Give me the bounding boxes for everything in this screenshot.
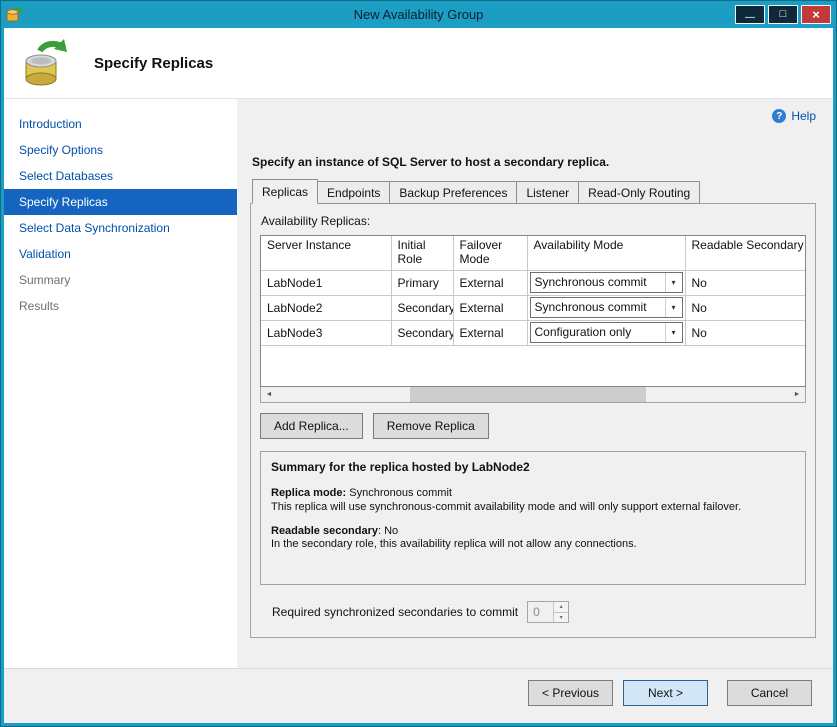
dropdown-value: Configuration only (531, 323, 665, 342)
cell-role: Secondary (391, 295, 453, 320)
help-link[interactable]: ? Help (250, 107, 816, 125)
cell-readable: No (685, 320, 806, 345)
chevron-down-icon[interactable]: ▾ (665, 273, 682, 292)
sidebar-item-select-databases[interactable]: Select Databases (4, 163, 237, 189)
replica-row-labnode2[interactable]: LabNode2 Secondary External Synchronous … (261, 295, 806, 320)
tab-backup-preferences[interactable]: Backup Preferences (389, 181, 517, 204)
cell-server: LabNode3 (261, 320, 391, 345)
tab-replicas[interactable]: Replicas (252, 179, 318, 204)
replica-row-labnode3[interactable]: LabNode3 Secondary External Configuratio… (261, 320, 806, 345)
summary-title: Summary for the replica hosted by LabNod… (271, 460, 795, 475)
cell-server: LabNode1 (261, 270, 391, 295)
replica-mode-label: Replica mode: (271, 487, 346, 499)
cell-failover: External (453, 295, 527, 320)
spinner-up-icon: ▴ (554, 602, 568, 613)
title-bar: New Availability Group — □ × (1, 1, 836, 28)
cell-failover: External (453, 270, 527, 295)
replica-mode-value: Synchronous commit (346, 487, 452, 499)
availability-mode-dropdown[interactable]: Synchronous commit ▾ (530, 272, 683, 293)
readable-secondary-value: : No (378, 525, 398, 537)
replica-mode-description: This replica will use synchronous-commit… (271, 501, 795, 515)
cell-server: LabNode2 (261, 295, 391, 320)
grid-caption: Availability Replicas: (261, 214, 806, 228)
wizard-header: Specify Replicas (4, 28, 833, 99)
minimize-icon: — (745, 13, 755, 23)
maximize-button[interactable]: □ (768, 5, 798, 24)
instruction-text: Specify an instance of SQL Server to hos… (252, 155, 816, 169)
availability-group-icon (20, 37, 72, 89)
replicas-tab-panel: Availability Replicas: Server Instance I… (250, 203, 816, 638)
tab-endpoints[interactable]: Endpoints (317, 181, 390, 204)
previous-button[interactable]: < Previous (528, 680, 613, 706)
availability-replicas-grid: Server Instance Initial Role Failover Mo… (260, 235, 806, 387)
readable-secondary-description: In the secondary role, this availability… (271, 538, 795, 552)
app-icon (6, 6, 23, 23)
sidebar-item-results: Results (4, 293, 237, 319)
spinner-buttons: ▴ ▾ (553, 602, 568, 622)
chevron-down-icon[interactable]: ▾ (665, 323, 682, 342)
window-controls: — □ × (735, 5, 831, 24)
remove-replica-button[interactable]: Remove Replica (373, 413, 489, 439)
wizard-steps-sidebar: Introduction Specify Options Select Data… (4, 99, 237, 668)
availability-mode-dropdown[interactable]: Configuration only ▾ (530, 322, 683, 343)
scroll-left-icon[interactable]: ◄ (261, 387, 277, 402)
replica-summary-box: Summary for the replica hosted by LabNod… (260, 451, 806, 585)
spinner-value: 0 (528, 602, 553, 622)
required-secondaries-row: Required synchronized secondaries to com… (260, 601, 806, 623)
wizard-footer: < Previous Next > Cancel (4, 668, 833, 723)
minimize-button[interactable]: — (735, 5, 765, 24)
sidebar-item-specify-replicas[interactable]: Specify Replicas (4, 189, 237, 215)
cell-role: Secondary (391, 320, 453, 345)
required-secondaries-spinner: 0 ▴ ▾ (527, 601, 569, 623)
col-initial-role: Initial Role (391, 236, 453, 270)
cancel-button[interactable]: Cancel (727, 680, 812, 706)
spinner-down-icon: ▾ (554, 613, 568, 623)
sidebar-item-specify-options[interactable]: Specify Options (4, 137, 237, 163)
next-button[interactable]: Next > (623, 680, 708, 706)
cell-role: Primary (391, 270, 453, 295)
dropdown-value: Synchronous commit (531, 298, 665, 317)
sidebar-item-introduction[interactable]: Introduction (4, 111, 237, 137)
maximize-icon: □ (780, 9, 787, 20)
help-label: Help (791, 109, 816, 123)
window-title: New Availability Group (1, 7, 836, 22)
col-readable-secondary: Readable Secondary (685, 236, 806, 270)
close-button[interactable]: × (801, 5, 831, 24)
scrollbar-track[interactable] (277, 387, 789, 402)
wizard-content: ? Help Specify an instance of SQL Server… (237, 99, 833, 668)
cell-readable: No (685, 270, 806, 295)
add-replica-button[interactable]: Add Replica... (260, 413, 363, 439)
chevron-down-icon[interactable]: ▾ (665, 298, 682, 317)
grid-header-row: Server Instance Initial Role Failover Mo… (261, 236, 806, 270)
tab-read-only-routing[interactable]: Read-Only Routing (578, 181, 700, 204)
col-failover-mode: Failover Mode (453, 236, 527, 270)
availability-mode-dropdown[interactable]: Synchronous commit ▾ (530, 297, 683, 318)
cell-failover: External (453, 320, 527, 345)
tab-listener[interactable]: Listener (516, 181, 579, 204)
col-availability-mode: Availability Mode (527, 236, 685, 270)
sidebar-item-summary: Summary (4, 267, 237, 293)
replica-row-labnode1[interactable]: LabNode1 Primary External Synchronous co… (261, 270, 806, 295)
new-availability-group-window: New Availability Group — □ × Specify Rep… (0, 0, 837, 727)
window-frame: Specify Replicas Introduction Specify Op… (4, 28, 833, 723)
close-icon: × (812, 8, 820, 21)
tab-strip: Replicas Endpoints Backup Preferences Li… (250, 181, 816, 204)
dropdown-value: Synchronous commit (531, 273, 665, 292)
readable-secondary-label: Readable secondary (271, 525, 378, 537)
help-icon: ? (772, 109, 786, 123)
required-secondaries-label: Required synchronized secondaries to com… (272, 605, 518, 619)
horizontal-scrollbar[interactable]: ◄ ► (260, 387, 806, 403)
cell-readable: No (685, 295, 806, 320)
col-server-instance: Server Instance (261, 236, 391, 270)
scrollbar-thumb[interactable] (410, 387, 646, 402)
sidebar-item-validation[interactable]: Validation (4, 241, 237, 267)
scroll-right-icon[interactable]: ► (789, 387, 805, 402)
page-title: Specify Replicas (94, 55, 213, 72)
sidebar-item-select-data-synchronization[interactable]: Select Data Synchronization (4, 215, 237, 241)
